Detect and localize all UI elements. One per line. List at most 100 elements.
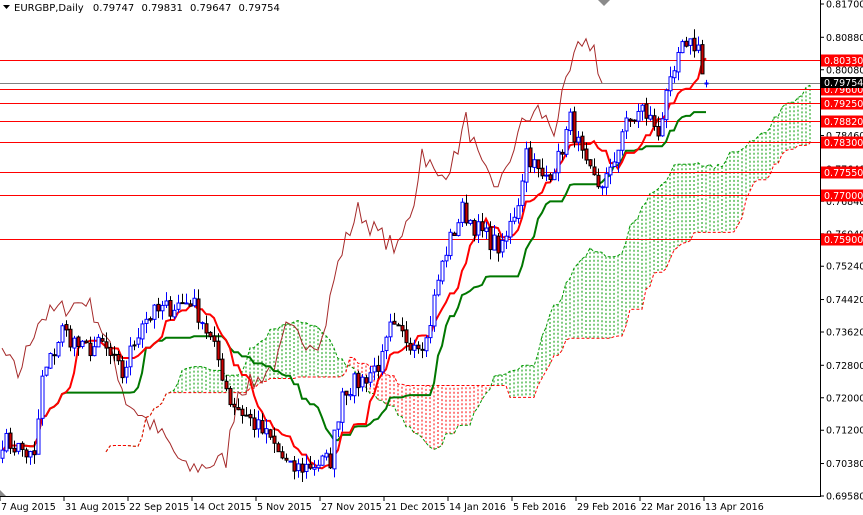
bull-candle <box>612 161 617 167</box>
bull-candle <box>340 391 345 423</box>
bear-candle <box>220 358 225 381</box>
bull-candle <box>436 279 441 296</box>
bull-candle <box>28 451 33 458</box>
x-tick-label: 7 Aug 2015 <box>1 502 56 513</box>
bull-candle <box>372 365 377 373</box>
bear-candle <box>104 341 109 349</box>
bear-candle <box>156 303 161 312</box>
bear-candle <box>224 380 229 390</box>
price-chart[interactable]: 0.817000.808800.800800.792600.784600.776… <box>0 0 863 515</box>
bull-candle <box>468 219 473 224</box>
bear-candle <box>108 346 113 356</box>
bull-candle <box>160 304 165 312</box>
bear-candle <box>188 303 193 307</box>
bear-candle <box>408 342 413 351</box>
bull-candle <box>504 235 509 242</box>
level-label: 0.78820 <box>824 117 863 128</box>
bear-candle <box>272 435 277 444</box>
bear-candle <box>228 388 233 406</box>
bear-candle <box>344 390 349 396</box>
bull-candle <box>324 452 329 458</box>
y-tick-label: 0.75240 <box>826 262 863 273</box>
bear-candle <box>480 221 485 232</box>
bear-candle <box>88 342 93 357</box>
x-tick-label: 22 Sep 2015 <box>129 502 189 513</box>
bull-candle <box>556 150 561 174</box>
close-value: 0.79754 <box>239 3 280 14</box>
bear-candle <box>692 37 697 52</box>
bear-candle <box>132 344 137 347</box>
bear-candle <box>656 126 661 137</box>
bull-candle <box>696 44 701 51</box>
bull-candle <box>624 117 629 132</box>
bull-candle <box>492 234 497 251</box>
svg-text:EURGBP,Daily 0.79747: EURGBP,Daily 0.79747 0.79831 0.79647 0.7… <box>14 3 280 14</box>
bull-candle <box>600 186 605 189</box>
bull-candle <box>620 131 625 151</box>
bull-candle <box>512 216 517 222</box>
bull-candle <box>256 419 261 430</box>
bull-candle <box>508 220 513 238</box>
bear-candle <box>540 167 545 177</box>
bull-candle <box>460 201 465 223</box>
bull-candle <box>456 222 461 237</box>
bear-candle <box>232 403 237 408</box>
bull-candle <box>128 345 133 368</box>
bull-candle <box>136 337 141 345</box>
dropdown-triangle-icon[interactable] <box>3 5 10 9</box>
low-value: 0.79647 <box>190 3 231 14</box>
bear-candle <box>308 463 313 469</box>
bull-candle <box>664 89 669 121</box>
bear-candle <box>328 453 333 469</box>
bear-candle <box>684 40 689 47</box>
bull-candle <box>368 372 373 383</box>
bear-candle <box>488 226 493 251</box>
bull-candle <box>360 376 365 388</box>
bear-candle <box>168 300 173 317</box>
y-tick-label: 0.81700 <box>826 0 863 11</box>
bear-candle <box>496 235 501 254</box>
y-tick-label: 0.69580 <box>826 492 863 503</box>
bear-candle <box>76 336 81 348</box>
bear-candle <box>364 377 369 384</box>
bear-candle <box>392 320 397 325</box>
bull-candle <box>544 174 549 177</box>
scroll-marker-icon[interactable] <box>0 490 6 496</box>
bull-candle <box>524 148 529 183</box>
bull-candle <box>352 373 357 397</box>
bull-candle <box>336 421 341 430</box>
y-tick-label: 0.73620 <box>826 328 863 339</box>
bull-candle <box>48 352 53 369</box>
bull-candle <box>568 111 573 132</box>
x-tick-label: 14 Oct 2015 <box>193 502 252 513</box>
bear-candle <box>148 318 153 321</box>
level-label: 0.75900 <box>824 235 863 246</box>
bull-candle <box>516 205 521 219</box>
bear-candle <box>20 442 25 450</box>
bear-candle <box>652 115 657 127</box>
y-tick-label: 0.72800 <box>826 361 863 372</box>
bull-candle <box>552 172 557 181</box>
bull-candle <box>676 51 681 73</box>
bull-candle <box>332 429 337 470</box>
bull-candle <box>532 159 537 168</box>
bear-candle <box>8 432 13 449</box>
level-label: 0.80330 <box>824 56 863 67</box>
x-tick-label: 22 Mar 2016 <box>641 502 701 513</box>
bull-candle <box>448 231 453 257</box>
bull-candle <box>312 467 317 470</box>
bear-candle <box>292 460 297 472</box>
bull-candle <box>80 340 85 348</box>
bear-candle <box>588 159 593 167</box>
bear-candle <box>204 323 209 334</box>
bull-candle <box>36 418 41 455</box>
bear-candle <box>700 44 705 75</box>
bull-candle <box>380 350 385 373</box>
bull-candle <box>124 366 129 378</box>
bear-candle <box>52 354 57 357</box>
bull-candle <box>660 118 665 137</box>
chart-header: EURGBP,Daily 0.79747 0.79831 0.79647 0.7… <box>3 3 280 14</box>
y-tick-label: 0.71200 <box>826 426 863 437</box>
chart-shift-marker-icon[interactable] <box>598 0 610 6</box>
bear-candle <box>216 340 221 361</box>
